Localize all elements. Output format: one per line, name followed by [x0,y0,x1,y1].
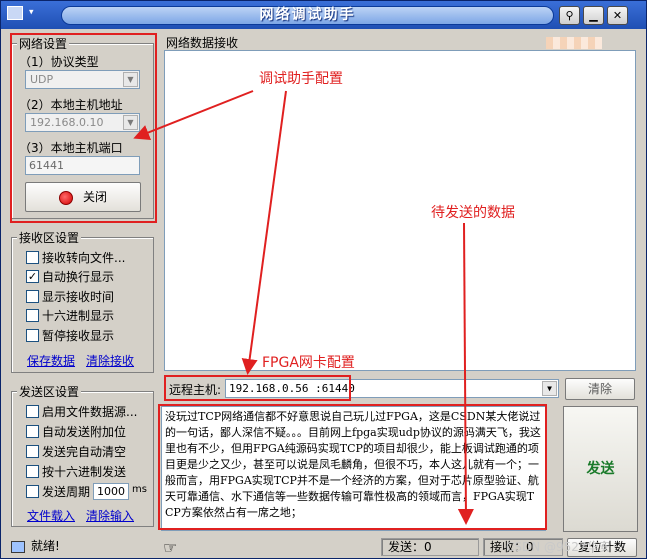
minimize-button[interactable]: ▁ [583,6,604,25]
show-recv-time-checkbox[interactable] [26,290,39,303]
close-connection-label: 关闭 [82,190,107,204]
send-button[interactable]: 发送 [563,406,638,532]
data-annotation-text: 待发送的数据 [431,205,515,221]
auto-wrap-label: 自动换行显示 [42,270,115,284]
config-annotation-text: 调试助手配置 [259,71,343,87]
auto-append-checkbox[interactable] [26,425,39,438]
remote-host-value: 192.168.0.56 :61440 [229,382,355,395]
hex-send-checkbox[interactable] [26,465,39,478]
auto-wrap-checkbox[interactable]: ✓ [26,270,39,283]
send-period-input[interactable]: 1000 [93,483,129,500]
network-settings-title: 网络设置 [17,35,70,52]
host-port-label: （3）本地主机端口 [19,141,123,155]
pause-display-label: 暂停接收显示 [42,329,115,343]
protocol-select[interactable]: UDP ▼ [25,70,140,89]
hand-pointer-icon: ☞ [163,538,178,557]
app-window: ▾ 网络调试助手 ⚲ ▁ ✕ 网络设置 （1）协议类型 UDP ▼ （2）本地主… [0,0,647,559]
clear-receive-link[interactable]: 清除接收 [86,352,134,369]
send-period-label: 发送周期 [42,485,91,499]
close-connection-button[interactable]: 关闭 [25,182,141,212]
send-period-unit: ms [132,484,147,495]
load-file-link[interactable]: 文件载入 [27,507,75,524]
watermark: CSDN @9527华安 [506,540,611,554]
send-settings-title: 发送区设置 [17,383,82,400]
receive-settings-title: 接收区设置 [17,229,82,246]
auto-clear-label: 发送完自动清空 [42,445,127,459]
status-ready-cell: 就绪! [5,538,155,556]
file-source-checkbox[interactable] [26,405,39,418]
status-icon [11,540,25,553]
auto-clear-checkbox[interactable] [26,445,39,458]
pause-display-checkbox[interactable] [26,329,39,342]
window-title: 网络调试助手 [61,6,554,25]
receive-area-title: 网络数据接收 [166,36,239,50]
file-source-label: 启用文件数据源... [42,405,138,419]
system-menu[interactable]: ▾ [7,5,51,25]
protocol-label: （1）协议类型 [19,55,99,69]
remote-host-select[interactable]: 192.168.0.56 :61440 ▼ [225,379,559,398]
host-ip-select[interactable]: 192.168.0.10 ▼ [25,113,140,132]
status-ready-text: 就绪! [31,539,60,553]
auto-append-label: 自动发送附加位 [42,425,127,439]
recv-to-file-checkbox[interactable] [26,251,39,264]
show-recv-time-label: 显示接收时间 [42,290,115,304]
app-icon [7,5,23,20]
chevron-down-icon[interactable]: ▼ [123,115,138,130]
protocol-value: UDP [30,73,54,86]
hex-display-label: 十六进制显示 [42,309,115,323]
record-icon [58,190,73,205]
close-window-button[interactable]: ✕ [607,6,628,25]
fpga-annotation-text: FPGA网卡配置 [262,355,355,371]
pin-button[interactable]: ⚲ [559,6,580,25]
host-ip-label: （2）本地主机地址 [19,98,123,112]
hex-display-checkbox[interactable] [26,309,39,322]
sent-count: 发送：0 [381,538,479,556]
chevron-down-icon: ▾ [29,7,34,18]
save-data-link[interactable]: 保存数据 [27,352,75,369]
clear-input-link[interactable]: 清除输入 [86,507,134,524]
chevron-down-icon[interactable]: ▼ [123,72,138,87]
host-port-input[interactable]: 61441 [25,156,140,175]
send-textarea[interactable]: 没玩过TCP网络通信都不好意思说自己玩儿过FPGA，这是CSDN某大佬说过的一句… [161,406,546,531]
send-period-checkbox[interactable] [26,485,39,498]
hex-send-label: 按十六进制发送 [42,465,127,479]
recv-to-file-label: 接收转向文件... [42,251,126,265]
blurred-region [546,37,602,49]
clear-button[interactable]: 清除 [565,378,635,400]
title-bar: ▾ 网络调试助手 ⚲ ▁ ✕ [1,1,646,29]
receive-textarea[interactable] [164,50,636,371]
remote-host-label: 远程主机: [169,383,222,397]
host-ip-value: 192.168.0.10 [30,116,104,129]
chevron-down-icon[interactable]: ▼ [542,381,557,396]
